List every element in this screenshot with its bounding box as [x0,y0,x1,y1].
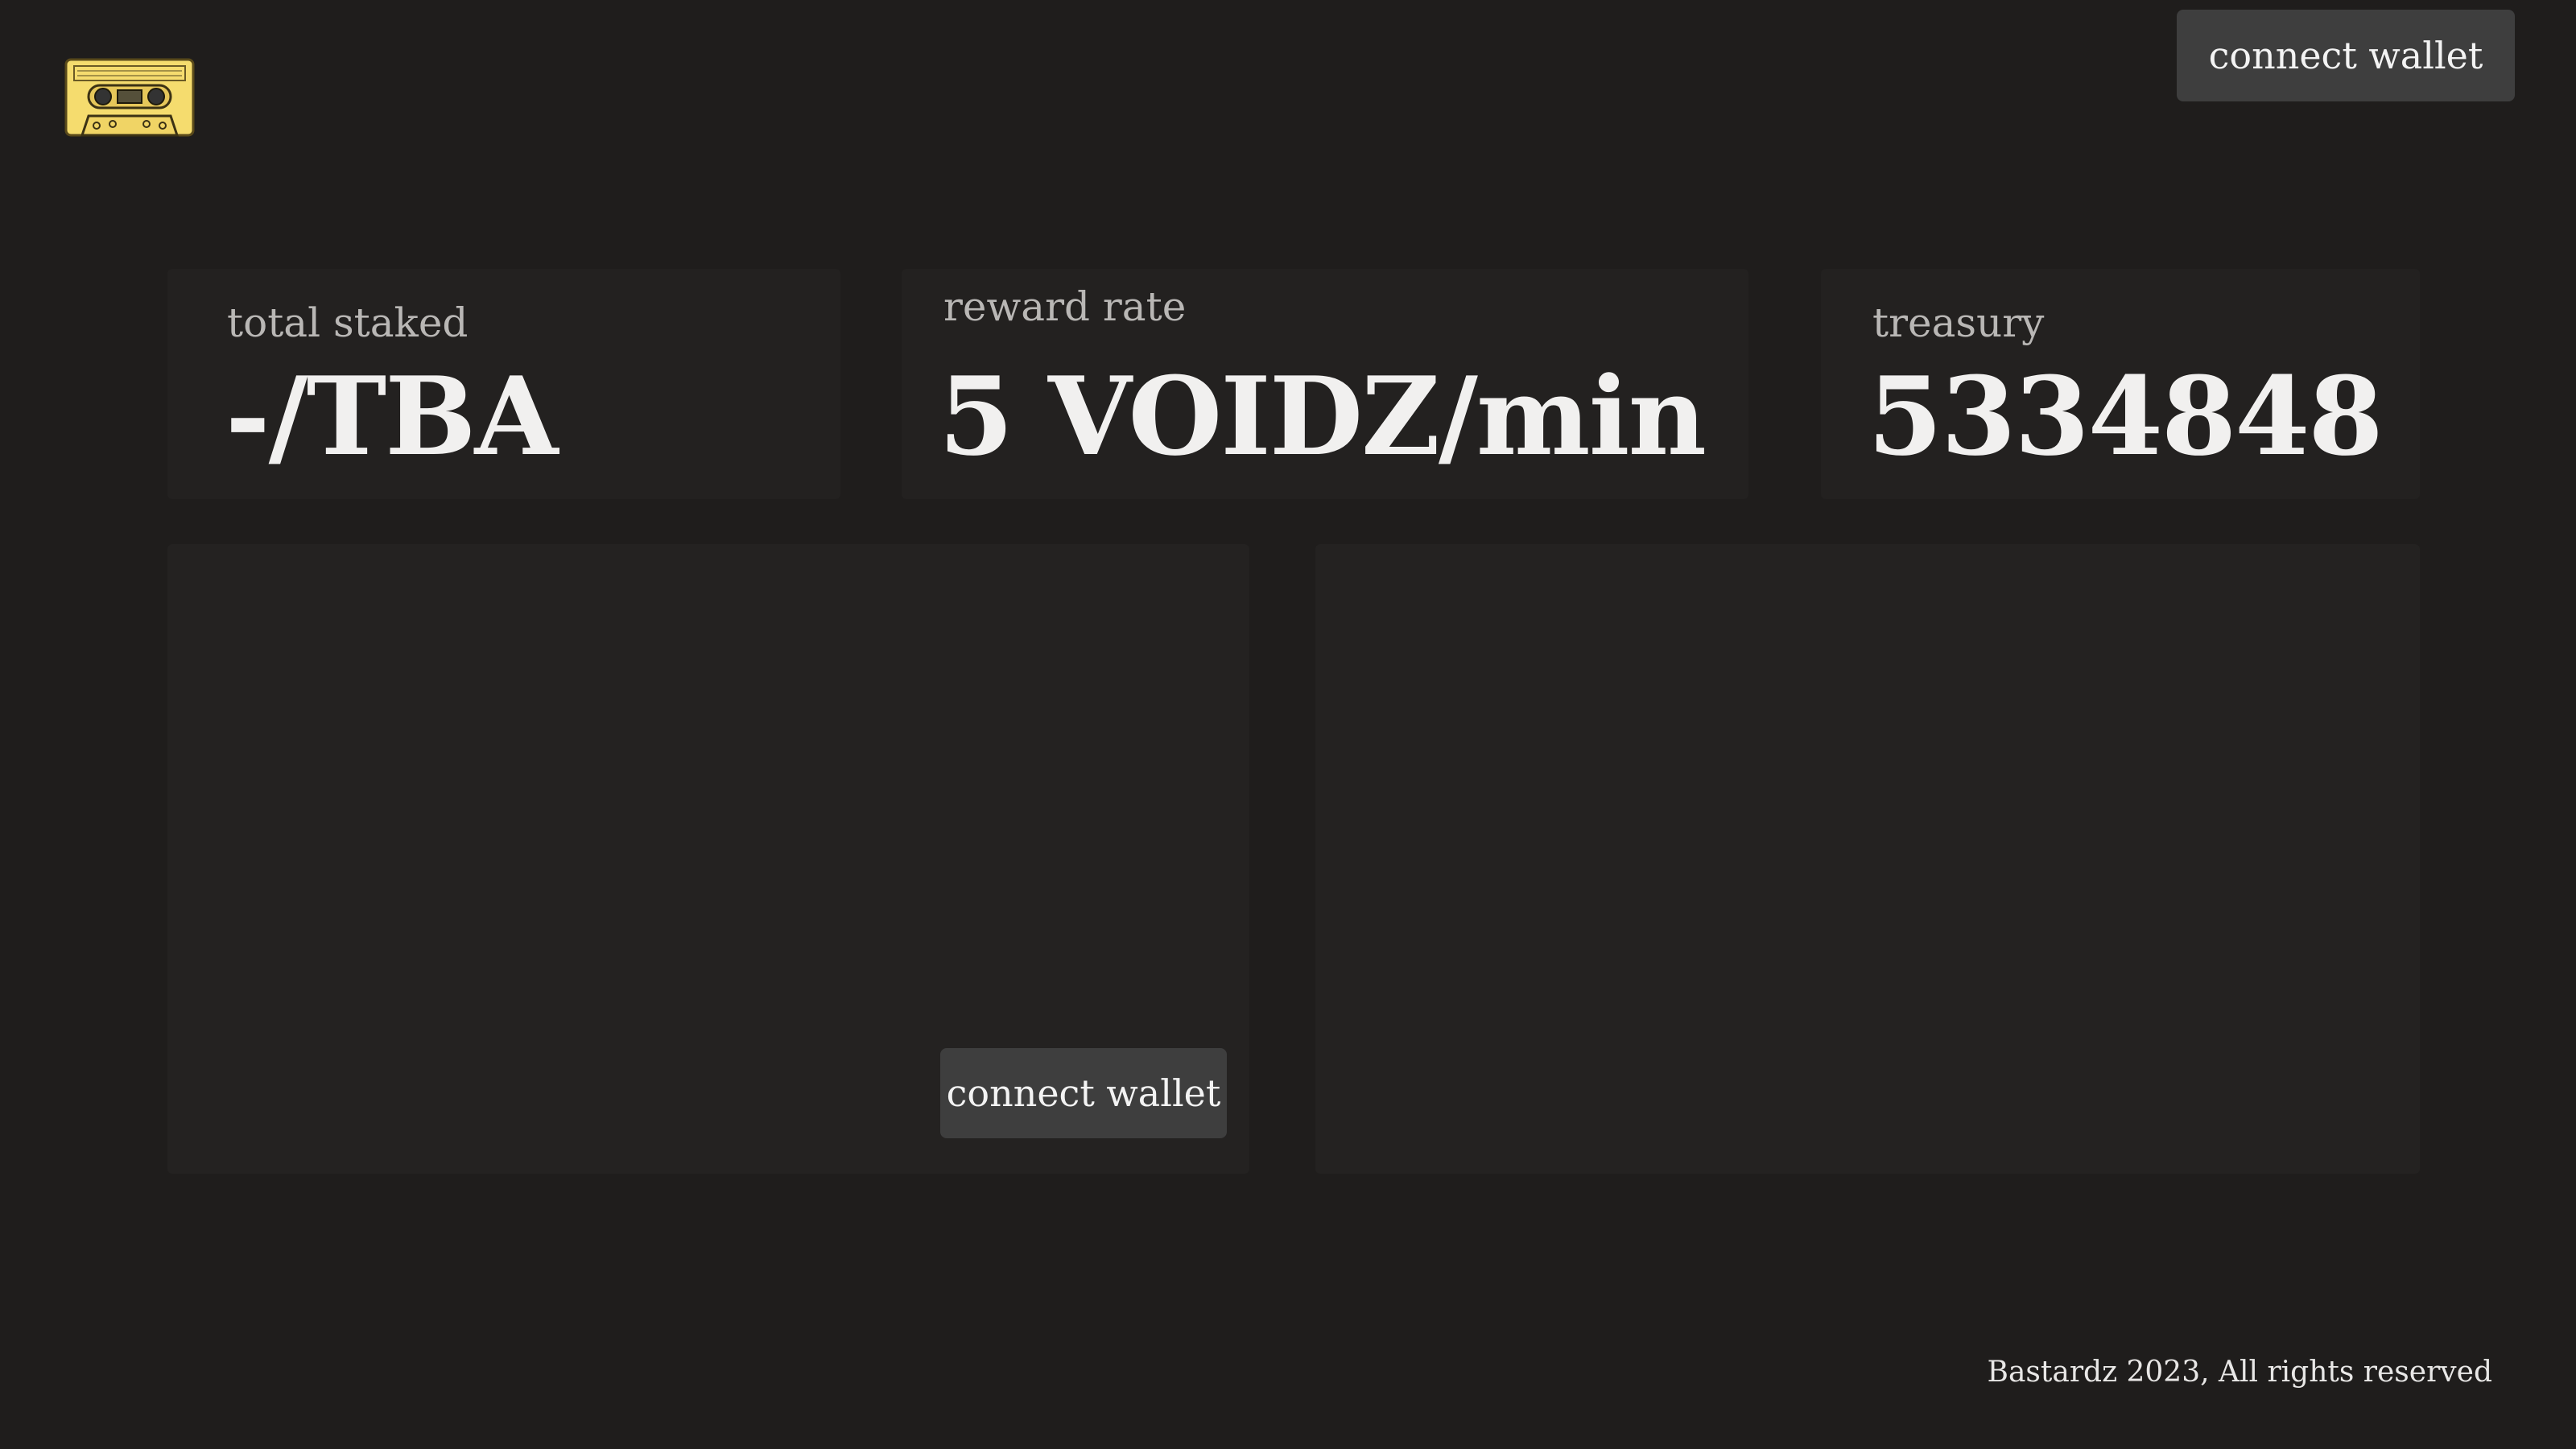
total-staked-label: total staked [227,299,469,346]
reward-rate-card: reward rate 5 VOIDZ/min [902,269,1748,499]
cassette-tape-icon[interactable] [64,58,195,137]
panel-connect-wallet-button[interactable]: connect wallet [940,1048,1227,1138]
treasury-card: treasury 5334848 [1821,269,2420,499]
total-staked-value: -/TBA [225,353,558,480]
total-staked-card: total staked -/TBA [167,269,840,499]
treasury-value: 5334848 [1868,353,2384,480]
unstaked-panel [1315,544,2420,1174]
treasury-label: treasury [1872,299,2045,346]
footer-copyright: Bastardz 2023, All rights reserved [1987,1356,2493,1389]
page: connect wallet total staked -/TBA reward… [0,0,2576,1449]
connect-wallet-button[interactable]: connect wallet [2177,10,2515,101]
reward-rate-value: 5 VOIDZ/min [939,353,1707,480]
reward-rate-label: reward rate [943,283,1187,330]
